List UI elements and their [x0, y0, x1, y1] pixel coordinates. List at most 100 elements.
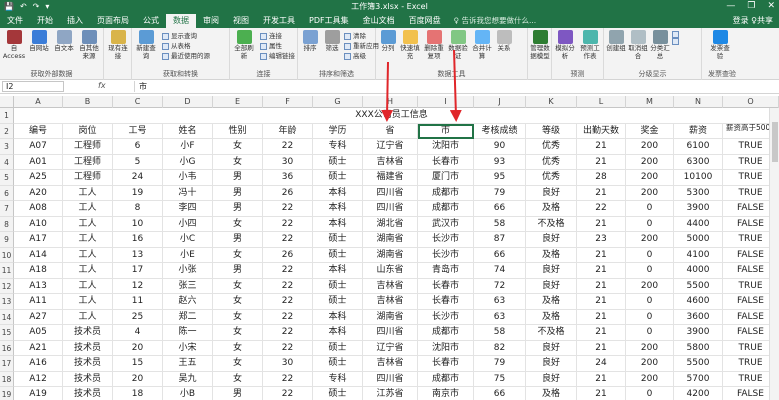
data-cell[interactable]: 女 — [213, 340, 263, 356]
data-cell[interactable]: 11 — [113, 294, 163, 310]
data-cell[interactable]: A10 — [14, 216, 63, 232]
data-cell[interactable]: 山东省 — [363, 263, 418, 279]
show-query-button[interactable]: 显示查询 — [162, 31, 210, 41]
data-cell[interactable]: 本科 — [313, 185, 363, 201]
column-header-i[interactable]: I — [418, 96, 474, 108]
advanced-button[interactable]: 高级 — [344, 51, 379, 61]
from-access-button[interactable]: 自 Access — [2, 30, 26, 60]
data-cell[interactable]: 26 — [263, 185, 313, 201]
refresh-all-button[interactable]: 全部刷新 — [232, 30, 256, 60]
data-cell[interactable]: 22 — [263, 139, 313, 155]
connections-button[interactable]: 连接 — [260, 31, 295, 41]
data-cell[interactable]: 及格 — [526, 387, 577, 400]
data-cell[interactable]: 24 — [577, 356, 626, 372]
data-cell[interactable]: 良好 — [526, 340, 577, 356]
data-cell[interactable]: 小宋 — [163, 340, 213, 356]
data-cell[interactable]: 湖南省 — [363, 232, 418, 248]
data-cell[interactable]: 技术员 — [63, 325, 113, 341]
row-header[interactable]: 12 — [0, 278, 14, 294]
data-cell[interactable]: A05 — [14, 325, 63, 341]
manage-data-model-button[interactable]: 管理数据模型 — [528, 30, 552, 60]
row-header[interactable]: 10 — [0, 247, 14, 263]
reapply-button[interactable]: 重新应用 — [344, 41, 379, 51]
data-cell[interactable]: 0 — [626, 247, 674, 263]
select-all-corner[interactable] — [0, 96, 14, 108]
data-cell[interactable]: 女 — [213, 139, 263, 155]
data-cell[interactable]: 武汉市 — [418, 216, 474, 232]
data-cell[interactable]: 长春市 — [418, 294, 474, 310]
data-cell[interactable]: 21 — [577, 294, 626, 310]
restore-icon[interactable]: ❐ — [747, 1, 755, 11]
tab-formulas[interactable]: 公式 — [136, 14, 166, 28]
data-cell[interactable]: 23 — [577, 232, 626, 248]
header-cell[interactable]: 年龄 — [263, 123, 313, 139]
data-cell[interactable]: 男 — [213, 387, 263, 400]
data-cell[interactable]: 成都市 — [418, 185, 474, 201]
data-cell[interactable]: 0 — [626, 201, 674, 217]
data-cell[interactable]: 6100 — [674, 139, 723, 155]
data-cell[interactable]: A01 — [14, 154, 63, 170]
data-cell[interactable]: 13 — [113, 247, 163, 263]
column-header-e[interactable]: E — [213, 96, 263, 108]
data-cell[interactable]: 5300 — [674, 185, 723, 201]
column-header-n[interactable]: N — [674, 96, 723, 108]
data-cell[interactable]: 25 — [113, 309, 163, 325]
row-header[interactable]: 5 — [0, 170, 14, 186]
data-cell[interactable]: 24 — [113, 170, 163, 186]
data-cell[interactable]: 4 — [113, 325, 163, 341]
header-cell[interactable]: 岗位 — [63, 123, 113, 139]
data-cell[interactable]: 厦门市 — [418, 170, 474, 186]
data-cell[interactable]: 200 — [626, 278, 674, 294]
new-query-button[interactable]: 新建查询 — [134, 30, 158, 60]
existing-connections-button[interactable]: 现有连接 — [106, 30, 130, 60]
data-cell[interactable]: 男 — [213, 170, 263, 186]
data-cell[interactable]: 四川省 — [363, 325, 418, 341]
data-cell[interactable]: 良好 — [526, 232, 577, 248]
data-cell[interactable]: 30 — [263, 356, 313, 372]
data-cell[interactable]: 硕士 — [313, 340, 363, 356]
data-cell[interactable]: 工人 — [63, 247, 113, 263]
data-cell[interactable]: 工人 — [63, 201, 113, 217]
data-cell[interactable]: 200 — [626, 185, 674, 201]
row-header[interactable]: 8 — [0, 216, 14, 232]
data-cell[interactable]: 5800 — [674, 340, 723, 356]
data-cell[interactable]: 22 — [263, 232, 313, 248]
data-cell[interactable]: 硕士 — [313, 356, 363, 372]
row-header[interactable]: 1 — [0, 108, 14, 124]
data-cell[interactable]: A12 — [14, 371, 63, 387]
text-to-columns-button[interactable]: 分列 — [376, 30, 400, 53]
data-cell[interactable]: A25 — [14, 170, 63, 186]
data-cell[interactable]: 22 — [263, 325, 313, 341]
data-cell[interactable]: 22 — [263, 387, 313, 400]
data-cell[interactable]: 21 — [577, 216, 626, 232]
data-cell[interactable]: 3600 — [674, 309, 723, 325]
column-header-k[interactable]: K — [526, 96, 577, 108]
data-cell[interactable]: 4600 — [674, 294, 723, 310]
data-cell[interactable]: 小四 — [163, 216, 213, 232]
data-cell[interactable]: 本科 — [313, 216, 363, 232]
data-cell[interactable]: 200 — [626, 154, 674, 170]
data-cell[interactable]: 5000 — [674, 232, 723, 248]
sheet-title-cell[interactable]: XXX公司员工信息 — [14, 108, 769, 124]
data-cell[interactable]: 本科 — [313, 309, 363, 325]
data-cell[interactable]: 张三 — [163, 278, 213, 294]
data-cell[interactable]: 20 — [113, 371, 163, 387]
column-header-b[interactable]: B — [63, 96, 113, 108]
column-header-g[interactable]: G — [313, 96, 363, 108]
name-box[interactable]: I2 — [2, 81, 64, 92]
data-cell[interactable]: 四川省 — [363, 201, 418, 217]
data-cell[interactable]: 16 — [113, 232, 163, 248]
tab-developer[interactable]: 开发工具 — [256, 14, 302, 28]
column-header-d[interactable]: D — [163, 96, 213, 108]
header-cell[interactable]: 编号 — [14, 123, 63, 139]
data-cell[interactable]: 冯十 — [163, 185, 213, 201]
data-cell[interactable]: 工程师 — [63, 139, 113, 155]
data-cell[interactable]: 6 — [113, 139, 163, 155]
data-cell[interactable]: 男 — [213, 263, 263, 279]
data-cell[interactable]: 及格 — [526, 247, 577, 263]
from-text-button[interactable]: 自文本 — [52, 30, 76, 53]
data-cell[interactable]: 及格 — [526, 309, 577, 325]
data-cell[interactable]: 72 — [474, 278, 526, 294]
data-cell[interactable]: 硕士 — [313, 294, 363, 310]
data-cell[interactable]: 21 — [577, 371, 626, 387]
